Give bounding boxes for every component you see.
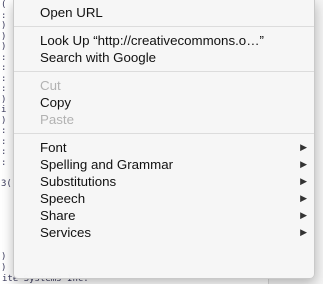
submenu-arrow-icon: ▶ (300, 159, 307, 169)
menu-item-open-url[interactable]: Open URL (14, 4, 314, 21)
menu-item-speech[interactable]: Speech ▶ (14, 190, 314, 207)
menu-item-font[interactable]: Font ▶ (14, 139, 314, 156)
menu-item-label: Open URL (40, 5, 103, 20)
menu-separator (14, 71, 314, 72)
menu-item-share[interactable]: Share ▶ (14, 207, 314, 224)
submenu-arrow-icon: ▶ (300, 227, 307, 237)
menu-item-label: Speech (40, 191, 86, 206)
menu-item-substitutions[interactable]: Substitutions ▶ (14, 173, 314, 190)
menu-item-label: Look Up “http://creativecommons.o…” (40, 33, 264, 48)
menu-item-label: Font (40, 140, 67, 155)
menu-item-label: Substitutions (40, 174, 117, 189)
menu-item-label: Services (40, 225, 91, 240)
menu-separator (14, 26, 314, 27)
menu-item-label: Spelling and Grammar (40, 157, 174, 172)
menu-item-label: Share (40, 208, 76, 223)
menu-item-label: Cut (40, 78, 61, 93)
menu-item-search-with-google[interactable]: Search with Google (14, 49, 314, 66)
submenu-arrow-icon: ▶ (300, 176, 307, 186)
menu-item-copy[interactable]: Copy (14, 94, 314, 111)
submenu-arrow-icon: ▶ (300, 142, 307, 152)
menu-item-cut: Cut (14, 77, 314, 94)
menu-item-label: Search with Google (40, 50, 157, 65)
menu-item-spelling-and-grammar[interactable]: Spelling and Grammar ▶ (14, 156, 314, 173)
menu-item-services[interactable]: Services ▶ (14, 224, 314, 241)
submenu-arrow-icon: ▶ (300, 193, 307, 203)
menu-item-label: Copy (40, 95, 72, 110)
context-menu: Open URL Look Up “http://creativecommons… (13, 0, 315, 279)
menu-separator (14, 133, 314, 134)
submenu-arrow-icon: ▶ (300, 210, 307, 220)
menu-item-look-up[interactable]: Look Up “http://creativecommons.o…” (14, 32, 314, 49)
menu-item-paste: Paste (14, 111, 314, 128)
menu-item-label: Paste (40, 112, 75, 127)
